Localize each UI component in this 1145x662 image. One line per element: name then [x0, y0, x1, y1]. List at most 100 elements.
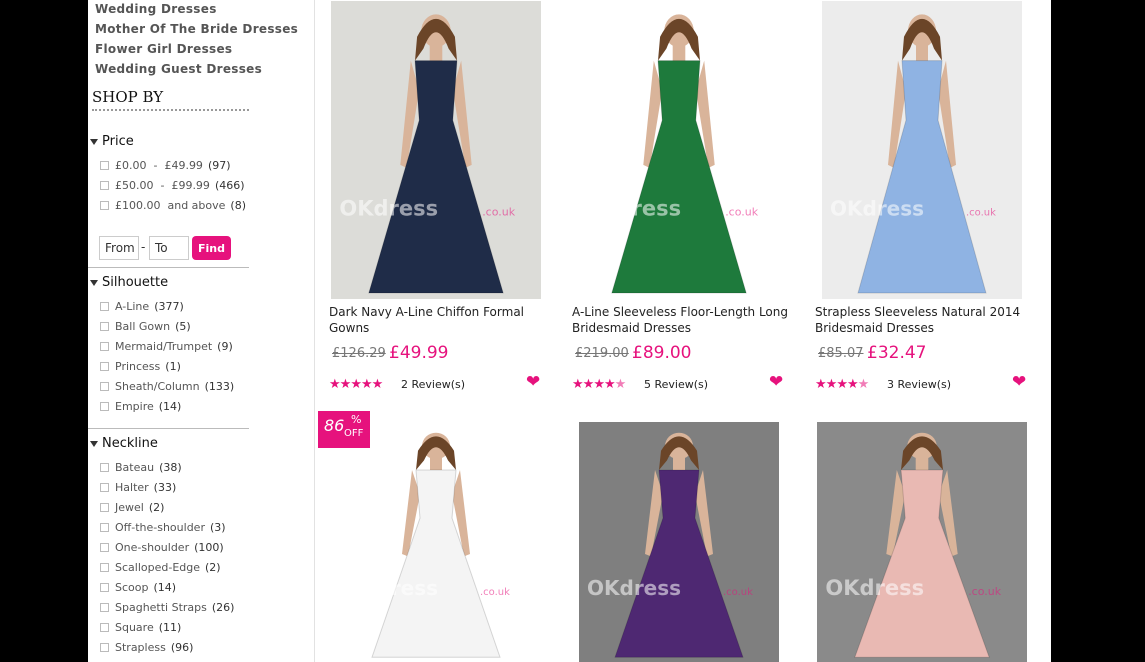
checkbox[interactable] — [100, 503, 109, 512]
star-icon: ★ — [593, 377, 605, 392]
silhouette-option[interactable]: Empire (14) — [100, 400, 181, 413]
silhouette-option[interactable]: Sheath/Column (133) — [100, 380, 234, 393]
neckline-option[interactable]: One-shoulder (100) — [100, 541, 224, 554]
product-name-link[interactable]: Strapless Sleeveless Natural 2014 Bridesm… — [815, 304, 1035, 336]
option-count: (133) — [204, 380, 235, 393]
silhouette-option[interactable]: Ball Gown (5) — [100, 320, 191, 333]
price-option-3[interactable]: £100.00 and above (8) — [100, 199, 246, 212]
neckline-option[interactable]: Scoop (14) — [100, 581, 176, 594]
category-link-wedding-dresses[interactable]: Wedding Dresses — [95, 2, 217, 16]
divider — [88, 267, 249, 268]
category-link-wedding-guest[interactable]: Wedding Guest Dresses — [95, 62, 262, 76]
checkbox[interactable] — [100, 302, 109, 311]
product-image[interactable]: OKdress .co.uk — [331, 1, 541, 299]
neckline-option[interactable]: Square (11) — [100, 621, 181, 634]
checkbox[interactable] — [100, 463, 109, 472]
option-count: (26) — [211, 601, 235, 614]
sidebar-divider — [314, 0, 315, 662]
checkbox[interactable] — [100, 563, 109, 572]
neckline-option[interactable]: Off-the-shoulder (3) — [100, 521, 226, 534]
checkbox[interactable] — [100, 322, 109, 331]
neckline-filter-toggle[interactable]: Neckline — [90, 436, 158, 451]
neckline-option[interactable]: Halter (33) — [100, 481, 176, 494]
checkbox[interactable] — [100, 402, 109, 411]
price-option-1[interactable]: £0.00 - £49.99 (97) — [100, 159, 231, 172]
option-count: (14) — [158, 400, 182, 413]
option-label: Mermaid/Trumpet — [115, 340, 213, 353]
checkbox[interactable] — [100, 201, 109, 210]
product-image[interactable]: OKdress .co.uk — [336, 422, 536, 662]
price-filter-toggle[interactable]: Price — [90, 134, 134, 149]
checkbox[interactable] — [100, 643, 109, 652]
watermark-suffix: .co.uk — [968, 585, 1002, 598]
watermark-suffix: .co.uk — [480, 587, 510, 598]
silhouette-option[interactable]: Princess (1) — [100, 360, 181, 373]
shop-by-heading: SHOP BY — [92, 88, 249, 111]
option-label: Ball Gown — [115, 320, 171, 333]
star-icon: ★ — [846, 377, 859, 392]
price-to-input[interactable]: To — [149, 236, 189, 260]
sale-price: £32.47 — [867, 343, 927, 363]
original-price: £219.00 — [575, 346, 629, 361]
product-image[interactable]: OKdress .co.uk — [579, 422, 779, 662]
option-label: Halter — [115, 481, 149, 494]
dress-photo: OKdress .co.uk — [817, 422, 1027, 662]
product-name-line: Bridesmaid Dresses — [572, 321, 691, 335]
star-rating: ★★★★★ — [815, 377, 869, 392]
category-link-mother-of-bride[interactable]: Mother Of The Bride Dresses — [95, 22, 298, 36]
neckline-option[interactable]: Strapless (96) — [100, 641, 193, 654]
product-name-line: Strapless Sleeveless Natural 2014 — [815, 305, 1021, 319]
product-image[interactable]: OKdress .co.uk — [574, 1, 784, 299]
discount-value: 86 — [324, 416, 345, 435]
product-name-link[interactable]: A-Line Sleeveless Floor-Length Long Bride… — [572, 304, 792, 336]
option-label: Scoop — [115, 581, 149, 594]
find-button[interactable]: Find — [192, 236, 231, 260]
watermark-suffix: .co.uk — [966, 208, 996, 219]
reviews-link[interactable]: 2 Review(s) — [401, 378, 465, 391]
watermark-suffix: .co.uk — [725, 206, 759, 219]
neckline-option[interactable]: Bateau (38) — [100, 461, 182, 474]
checkbox[interactable] — [100, 382, 109, 391]
checkbox[interactable] — [100, 543, 109, 552]
option-count: (96) — [170, 641, 194, 654]
price-option-2[interactable]: £50.00 - £99.99 (466) — [100, 179, 245, 192]
star-icon: ★ — [339, 377, 352, 392]
category-link-flower-girl[interactable]: Flower Girl Dresses — [95, 42, 232, 56]
silhouette-filter-toggle[interactable]: Silhouette — [90, 275, 168, 290]
product-image[interactable]: OKdress .co.uk — [822, 1, 1022, 299]
product-image[interactable]: OKdress .co.uk — [817, 422, 1027, 662]
option-label: Spaghetti Straps — [115, 601, 207, 614]
checkbox[interactable] — [100, 362, 109, 371]
silhouette-filter-title: Silhouette — [102, 275, 169, 290]
star-icon: ★ — [815, 377, 827, 392]
heart-icon[interactable]: ❤ — [526, 372, 540, 392]
triangle-down-icon — [90, 440, 98, 447]
option-label: Off-the-shoulder — [115, 521, 205, 534]
checkbox[interactable] — [100, 342, 109, 351]
heart-icon[interactable]: ❤ — [1012, 372, 1026, 392]
neckline-option[interactable]: Jewel (2) — [100, 501, 164, 514]
option-count: (5) — [175, 320, 191, 333]
silhouette-option[interactable]: Mermaid/Trumpet (9) — [100, 340, 233, 353]
reviews-link[interactable]: 5 Review(s) — [644, 378, 708, 391]
checkbox[interactable] — [100, 161, 109, 170]
heart-icon[interactable]: ❤ — [769, 372, 783, 392]
checkbox[interactable] — [100, 483, 109, 492]
product-name-link[interactable]: Dark Navy A-Line Chiffon Formal Gowns — [329, 304, 539, 336]
checkbox[interactable] — [100, 181, 109, 190]
neckline-option[interactable]: Scalloped-Edge (2) — [100, 561, 221, 574]
neckline-option[interactable]: Spaghetti Straps (26) — [100, 601, 234, 614]
silhouette-option[interactable]: A-Line (377) — [100, 300, 184, 313]
checkbox[interactable] — [100, 623, 109, 632]
checkbox[interactable] — [100, 603, 109, 612]
option-count: (97) — [207, 159, 231, 172]
watermark-suffix: .co.uk — [723, 587, 753, 598]
star-icon: ★ — [350, 377, 362, 392]
checkbox[interactable] — [100, 583, 109, 592]
star-icon: ★ — [572, 377, 584, 392]
price-from-input[interactable]: From — [99, 236, 139, 260]
sidebar: Wedding Dresses Mother Of The Bride Dres… — [88, 0, 314, 662]
checkbox[interactable] — [100, 523, 109, 532]
reviews-link[interactable]: 3 Review(s) — [887, 378, 951, 391]
star-icon: ★ — [603, 377, 616, 392]
